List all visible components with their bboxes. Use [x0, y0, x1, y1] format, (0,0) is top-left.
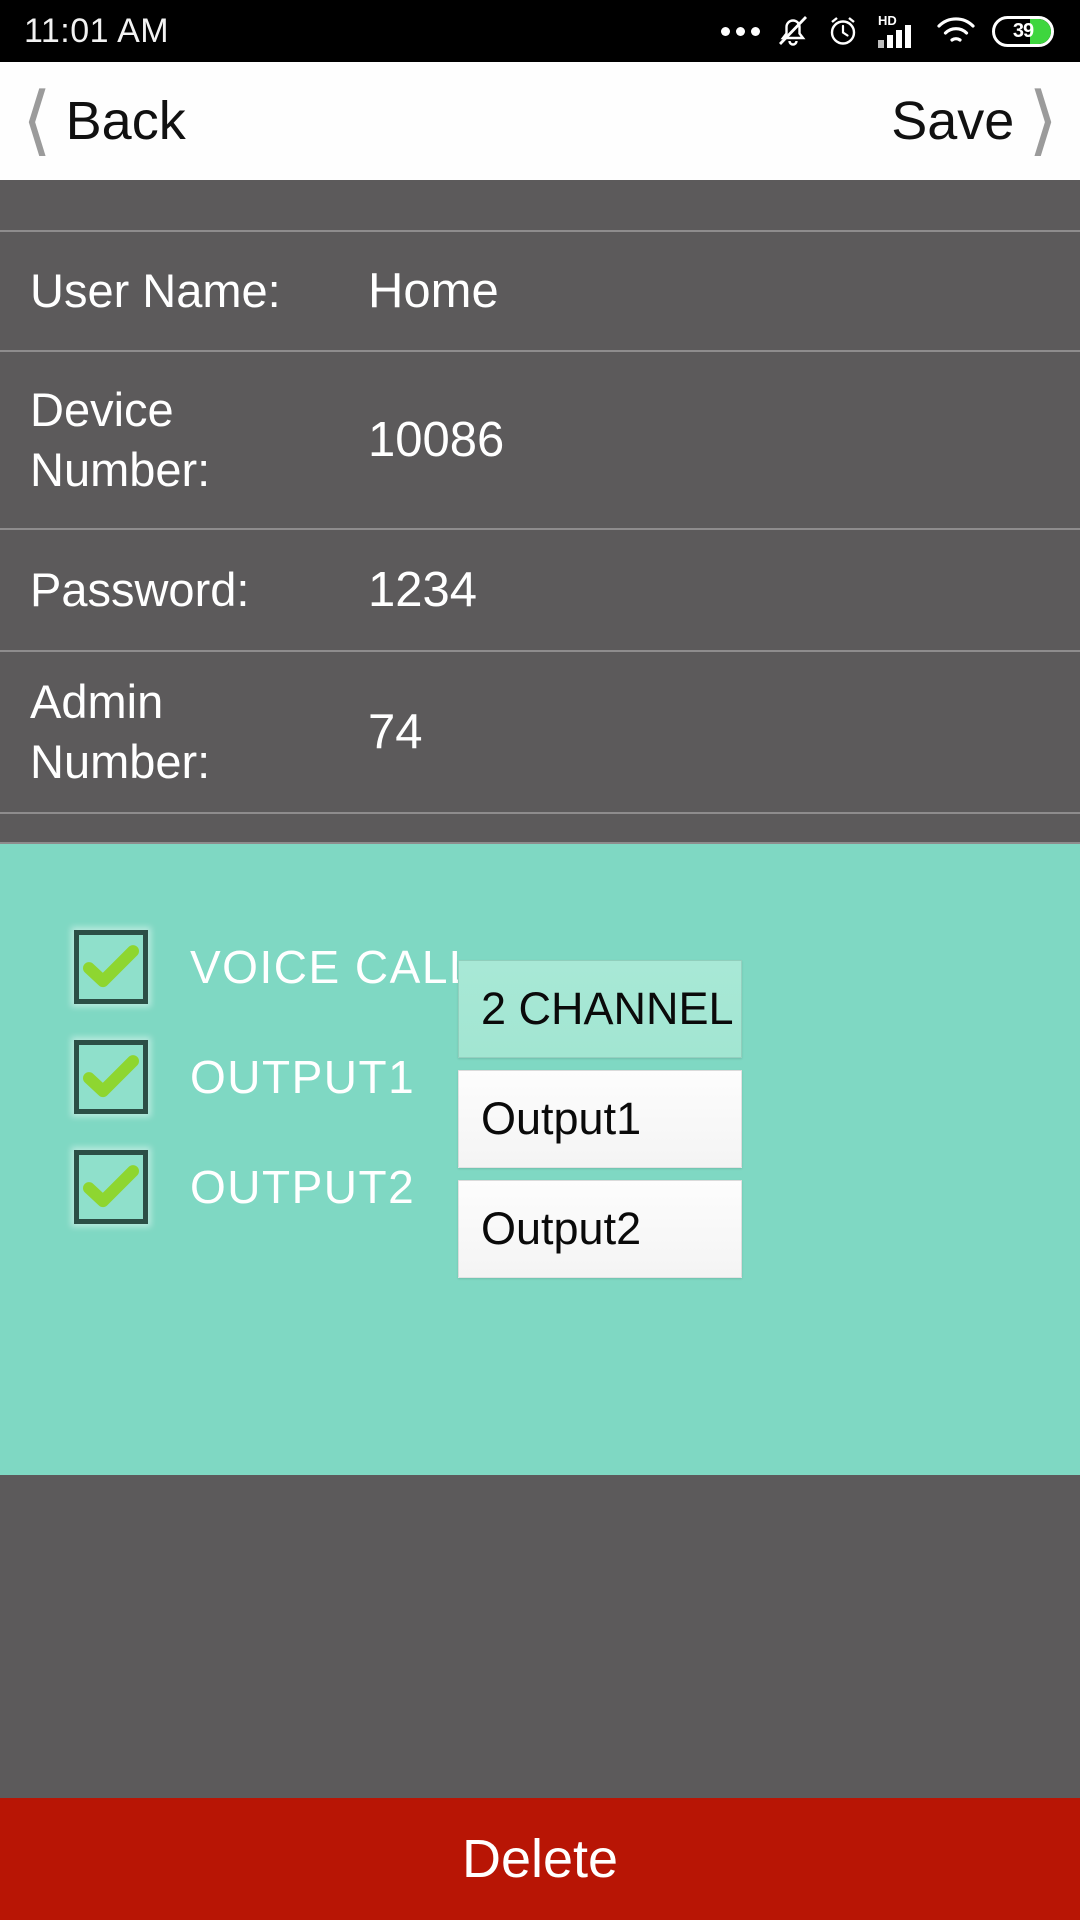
status-time: 11:01 AM: [24, 11, 170, 50]
user-name-value[interactable]: Home: [350, 263, 499, 319]
device-number-label: Device Number:: [30, 382, 211, 496]
svg-text:HD: HD: [878, 13, 897, 28]
navigation-bar: ⟨ Back Save ⟩: [0, 62, 1080, 180]
alarm-clock-icon: [826, 14, 860, 48]
outputs-panel: VOICE CALL OUTPUT1 OUTPUT2 2 CHANNEL Out…: [0, 844, 1080, 1475]
save-label: Save: [891, 91, 1015, 151]
output1-input[interactable]: Output1: [458, 1070, 742, 1168]
status-icons: HD 39: [721, 12, 1054, 50]
chevron-right-icon: ⟩: [1028, 78, 1058, 163]
chevron-left-icon: ⟨: [22, 78, 52, 163]
hd-signal-icon: HD: [876, 12, 920, 50]
battery-icon: 39: [992, 15, 1054, 47]
back-button[interactable]: ⟨ Back: [22, 78, 186, 163]
battery-percent: 39: [1012, 19, 1034, 42]
more-dots-icon: [721, 26, 760, 36]
wifi-icon: [936, 15, 976, 47]
option-label-voice-call: VOICE CALL: [190, 941, 476, 993]
form-top-spacer: [0, 180, 1080, 232]
device-number-value[interactable]: 10086: [350, 412, 504, 468]
check-icon: [83, 1165, 139, 1208]
checkbox-output1[interactable]: [74, 1040, 148, 1114]
form-bottom-spacer: [0, 814, 1080, 844]
device-form: User Name: Home Device Number: 10086 Pas…: [0, 180, 1080, 844]
option-label-output2: OUTPUT2: [190, 1161, 416, 1213]
admin-number-label: Admin Number:: [30, 674, 211, 788]
form-row-admin-number[interactable]: Admin Number: 74: [0, 652, 1080, 814]
admin-number-value[interactable]: 74: [350, 704, 423, 760]
user-name-label: User Name:: [30, 263, 281, 317]
password-label: Password:: [30, 562, 250, 616]
check-icon: [83, 1055, 139, 1098]
delete-button[interactable]: Delete: [0, 1798, 1080, 1920]
status-bar: 11:01 AM HD 39: [0, 0, 1080, 62]
form-row-user-name[interactable]: User Name: Home: [0, 232, 1080, 352]
checkbox-output2[interactable]: [74, 1150, 148, 1224]
check-icon: [83, 945, 139, 988]
output2-input[interactable]: Output2: [458, 1180, 742, 1278]
form-row-password[interactable]: Password: 1234: [0, 530, 1080, 652]
option-label-output1: OUTPUT1: [190, 1051, 416, 1103]
bell-muted-icon: [776, 13, 810, 49]
password-value[interactable]: 1234: [350, 562, 477, 618]
save-button[interactable]: Save ⟩: [891, 78, 1058, 163]
app-screen: 11:01 AM HD 39 ⟨ Back Save ⟩ User Name: …: [0, 0, 1080, 1920]
back-label: Back: [65, 91, 186, 151]
channel-input[interactable]: 2 CHANNEL: [458, 960, 742, 1058]
checkbox-voice-call[interactable]: [74, 930, 148, 1004]
form-row-device-number[interactable]: Device Number: 10086: [0, 352, 1080, 530]
